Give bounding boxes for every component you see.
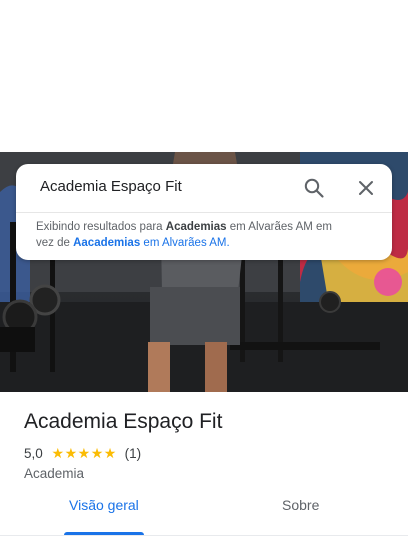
spelling-correction-notice: Exibindo resultados para Academias em Al… xyxy=(36,220,376,251)
corrected-term: Academias xyxy=(165,221,227,233)
place-category[interactable]: Academia xyxy=(24,466,84,481)
star-rating-icon: ★★★★★ xyxy=(51,445,117,461)
search-input[interactable]: Academia Espaço Fit xyxy=(40,178,182,195)
place-title: Academia Espaço Fit xyxy=(24,410,223,433)
place-info-panel: Academia Espaço Fit 5,0 ★★★★★ (1) Academ… xyxy=(0,392,408,544)
original-search-link[interactable]: Aacademias xyxy=(73,237,140,249)
tab-overview[interactable]: Visão geral xyxy=(69,497,139,527)
rating-row[interactable]: 5,0 ★★★★★ (1) xyxy=(24,445,141,463)
notice-location: em Alvarães AM em xyxy=(229,221,332,233)
top-blank-area xyxy=(0,0,408,152)
search-icon[interactable] xyxy=(302,176,326,200)
notice-prefix: Exibindo resultados para xyxy=(36,221,163,233)
tab-about[interactable]: Sobre xyxy=(282,497,319,527)
notice-vez-de: vez de xyxy=(36,236,70,249)
search-card: Academia Espaço Fit Exibindo resultados … xyxy=(16,164,392,260)
rating-value: 5,0 xyxy=(24,446,43,461)
review-count[interactable]: (1) xyxy=(125,446,142,461)
search-bar[interactable]: Academia Espaço Fit xyxy=(16,164,392,212)
original-location-link[interactable]: em Alvarães AM. xyxy=(143,237,229,249)
search-divider xyxy=(16,212,392,213)
close-icon[interactable] xyxy=(354,176,378,200)
tabs-divider xyxy=(0,535,408,536)
